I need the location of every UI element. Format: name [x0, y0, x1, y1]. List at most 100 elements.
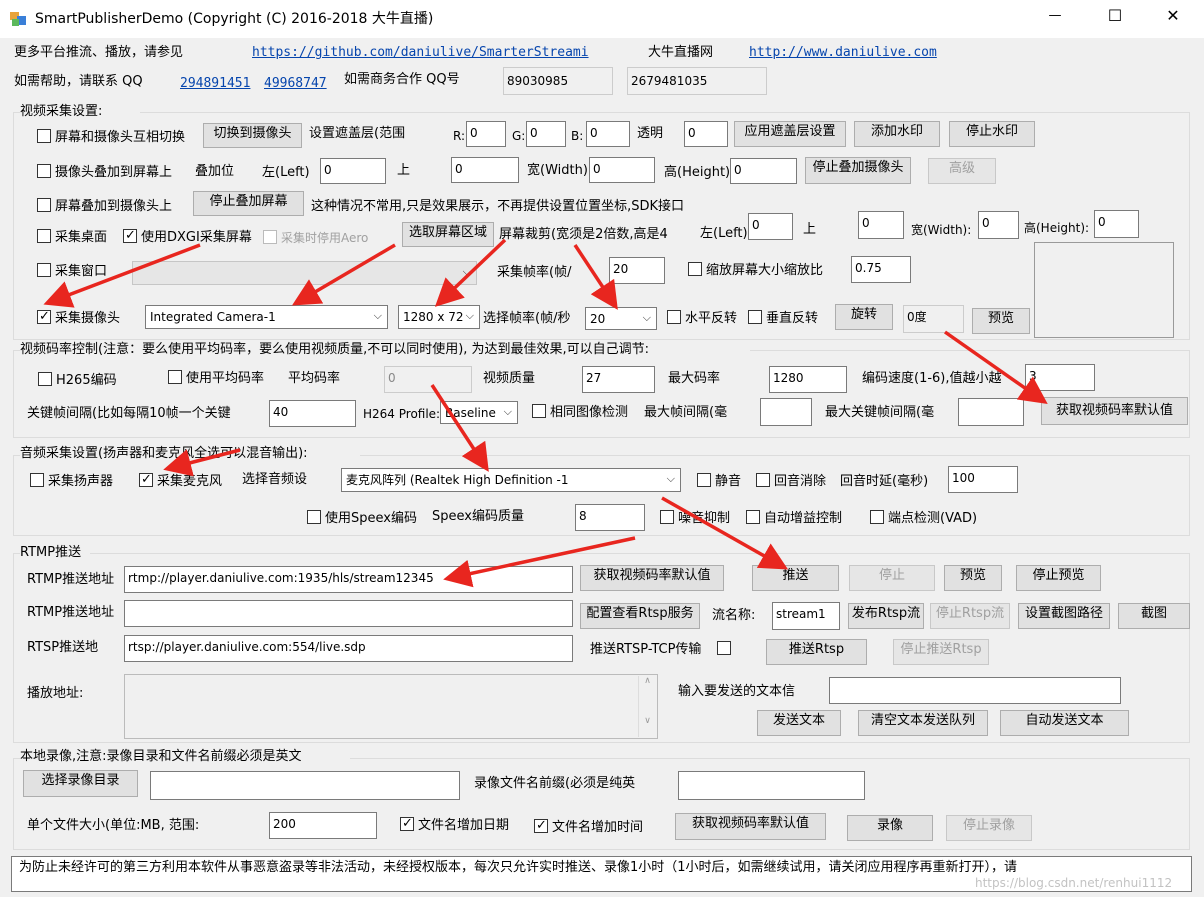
dxgi-checkbox[interactable]: 使用DXGI采集屏幕: [123, 228, 253, 248]
screen-cam-switch-checkbox[interactable]: 屏幕和摄像头互相切换: [37, 128, 197, 148]
rtmp-default-button[interactable]: 获取视频码率默认值: [580, 565, 724, 591]
gop-field[interactable]: 40: [269, 400, 356, 427]
noise-suppress-checkbox[interactable]: 噪音抑制: [660, 509, 745, 529]
site-link[interactable]: http://www.daniulive.com: [749, 43, 949, 63]
screen-on-camera-checkbox[interactable]: 屏幕叠加到摄像头上: [37, 197, 192, 217]
record-default-button[interactable]: 获取视频码率默认值: [675, 813, 826, 840]
crop-height-field[interactable]: 0: [1094, 210, 1139, 238]
crop-up-field[interactable]: 0: [858, 211, 904, 239]
avg-bitrate-checkbox[interactable]: 使用平均码率: [168, 369, 278, 389]
rotate-button[interactable]: 旋转: [835, 304, 893, 330]
hflip-checkbox[interactable]: 水平反转: [667, 309, 741, 329]
crop-left-field[interactable]: 0: [748, 213, 793, 240]
rtmp-url2-field[interactable]: [124, 600, 573, 627]
publish-rtsp-button[interactable]: 发布Rtsp流: [848, 603, 924, 629]
add-time-checkbox[interactable]: 文件名增加时间: [534, 818, 664, 838]
echo-delay-field[interactable]: 100: [948, 466, 1018, 493]
send-text-field[interactable]: [829, 677, 1121, 704]
select-record-dir-button[interactable]: 选择录像目录: [23, 770, 138, 797]
vflip-checkbox[interactable]: 垂直反转: [748, 309, 828, 329]
speex-quality-field[interactable]: 8: [575, 504, 645, 531]
send-text-button[interactable]: 发送文本: [757, 710, 841, 736]
push-button[interactable]: 推送: [752, 565, 839, 591]
stop-push-button[interactable]: 停止: [849, 565, 935, 591]
disable-aero-checkbox[interactable]: 采集时停用Aero: [263, 228, 388, 248]
biz-qq1-field[interactable]: 89030985: [503, 67, 613, 95]
capture-speaker-checkbox[interactable]: 采集扬声器: [30, 472, 130, 492]
qq2-link[interactable]: 49968747: [264, 74, 334, 94]
h265-checkbox[interactable]: H265编码: [38, 371, 123, 391]
left-field[interactable]: 0: [320, 158, 386, 184]
resolution-select[interactable]: 1280 x 72 ⌵: [398, 305, 480, 329]
scale-field[interactable]: 0.75: [851, 256, 911, 283]
close-button[interactable]: ✕: [1158, 6, 1188, 28]
avg-bitrate-field[interactable]: 0: [384, 366, 472, 393]
stop-camera-overlay-button[interactable]: 停止叠加摄像头: [805, 157, 911, 184]
encode-speed-field[interactable]: 3: [1025, 364, 1095, 391]
height-field[interactable]: 0: [730, 158, 797, 184]
biz-qq2-field[interactable]: 2679481035: [627, 67, 767, 95]
clear-text-queue-button[interactable]: 清空文本发送队列: [858, 710, 988, 736]
auto-send-text-button[interactable]: 自动发送文本: [1000, 710, 1129, 736]
speex-checkbox[interactable]: 使用Speex编码: [307, 509, 427, 529]
camera-select[interactable]: Integrated Camera-1 ⌵: [145, 305, 388, 329]
snapshot-path-button[interactable]: 设置截图路径: [1018, 603, 1110, 629]
capture-camera-checkbox[interactable]: 采集摄像头: [37, 309, 137, 329]
capture-window-checkbox[interactable]: 采集窗口: [37, 262, 122, 282]
rtmp-preview-button[interactable]: 预览: [944, 565, 1002, 591]
maximize-button[interactable]: ☐: [1100, 6, 1130, 28]
switch-to-camera-button[interactable]: 切换到摄像头: [203, 123, 302, 148]
play-url-scrollbar[interactable]: ∧ ∨: [638, 676, 656, 737]
bitrate-default-button[interactable]: 获取视频码率默认值: [1041, 397, 1188, 425]
stop-preview-button[interactable]: 停止预览: [1016, 565, 1101, 591]
rtsp-config-button[interactable]: 配置查看Rtsp服务: [580, 603, 700, 629]
quality-field[interactable]: 27: [582, 366, 655, 393]
capture-desktop-checkbox[interactable]: 采集桌面: [37, 228, 122, 248]
rtsp-url-field[interactable]: rtsp://player.daniulive.com:554/live.sdp: [124, 635, 573, 662]
advanced-button[interactable]: 高级: [928, 158, 996, 184]
capture-fps-field[interactable]: 20: [609, 257, 665, 284]
record-dir-field[interactable]: [150, 771, 460, 800]
play-url-field[interactable]: [124, 674, 658, 739]
crop-width-field[interactable]: 0: [978, 211, 1019, 239]
github-link[interactable]: https://github.com/daniulive/SmarterStre…: [252, 43, 612, 63]
rtsp-tcp-checkbox[interactable]: [717, 640, 737, 660]
stream-name-field[interactable]: stream1: [772, 602, 840, 630]
record-prefix-field[interactable]: [678, 771, 865, 800]
mute-checkbox[interactable]: 静音: [697, 472, 752, 492]
vad-checkbox[interactable]: 端点检测(VAD): [870, 509, 990, 529]
same-image-checkbox[interactable]: 相同图像检测: [532, 403, 640, 423]
capture-mic-checkbox[interactable]: 采集麦克风: [139, 472, 239, 492]
stop-push-rtsp-button[interactable]: 停止推送Rtsp: [893, 639, 989, 665]
file-size-field[interactable]: 200: [269, 812, 377, 839]
push-rtsp-button[interactable]: 推送Rtsp: [766, 639, 867, 665]
stop-screen-overlay-button[interactable]: 停止叠加屏幕: [193, 191, 304, 216]
echo-cancel-checkbox[interactable]: 回音消除: [756, 472, 836, 492]
qq1-link[interactable]: 294891451: [180, 74, 260, 94]
snapshot-button[interactable]: 截图: [1118, 603, 1190, 629]
add-watermark-button[interactable]: 添加水印: [854, 121, 940, 147]
scale-screen-checkbox[interactable]: 缩放屏幕大小缩放比: [688, 261, 840, 281]
b-field[interactable]: 0: [586, 121, 630, 147]
window-select[interactable]: ⌵: [132, 261, 477, 285]
camera-preview-button[interactable]: 预览: [972, 308, 1030, 334]
stop-rtsp-button[interactable]: 停止Rtsp流: [930, 603, 1010, 629]
minimize-button[interactable]: —: [1040, 8, 1070, 28]
width-field[interactable]: 0: [589, 157, 655, 183]
agc-checkbox[interactable]: 自动增益控制: [746, 509, 861, 529]
camera-on-screen-checkbox[interactable]: 摄像头叠加到屏幕上: [37, 163, 187, 183]
alpha-field[interactable]: 0: [684, 121, 728, 147]
g-field[interactable]: 0: [526, 121, 566, 147]
apply-mask-button[interactable]: 应用遮盖层设置: [734, 121, 846, 147]
r-field[interactable]: 0: [466, 121, 506, 147]
select-screen-area-button[interactable]: 选取屏幕区域: [402, 222, 494, 247]
max-key-interval-field[interactable]: [958, 398, 1024, 426]
max-bitrate-field[interactable]: 1280: [769, 366, 847, 393]
fps-select[interactable]: 20 ⌵: [585, 307, 657, 330]
max-interval-field[interactable]: [760, 398, 812, 426]
up-field[interactable]: 0: [451, 157, 519, 183]
audio-device-select[interactable]: 麦克风阵列 (Realtek High Definition -1 ⌵: [341, 468, 681, 492]
rtmp-url-field[interactable]: rtmp://player.daniulive.com:1935/hls/str…: [124, 566, 573, 593]
stop-watermark-button[interactable]: 停止水印: [949, 121, 1035, 147]
record-button[interactable]: 录像: [847, 815, 933, 841]
